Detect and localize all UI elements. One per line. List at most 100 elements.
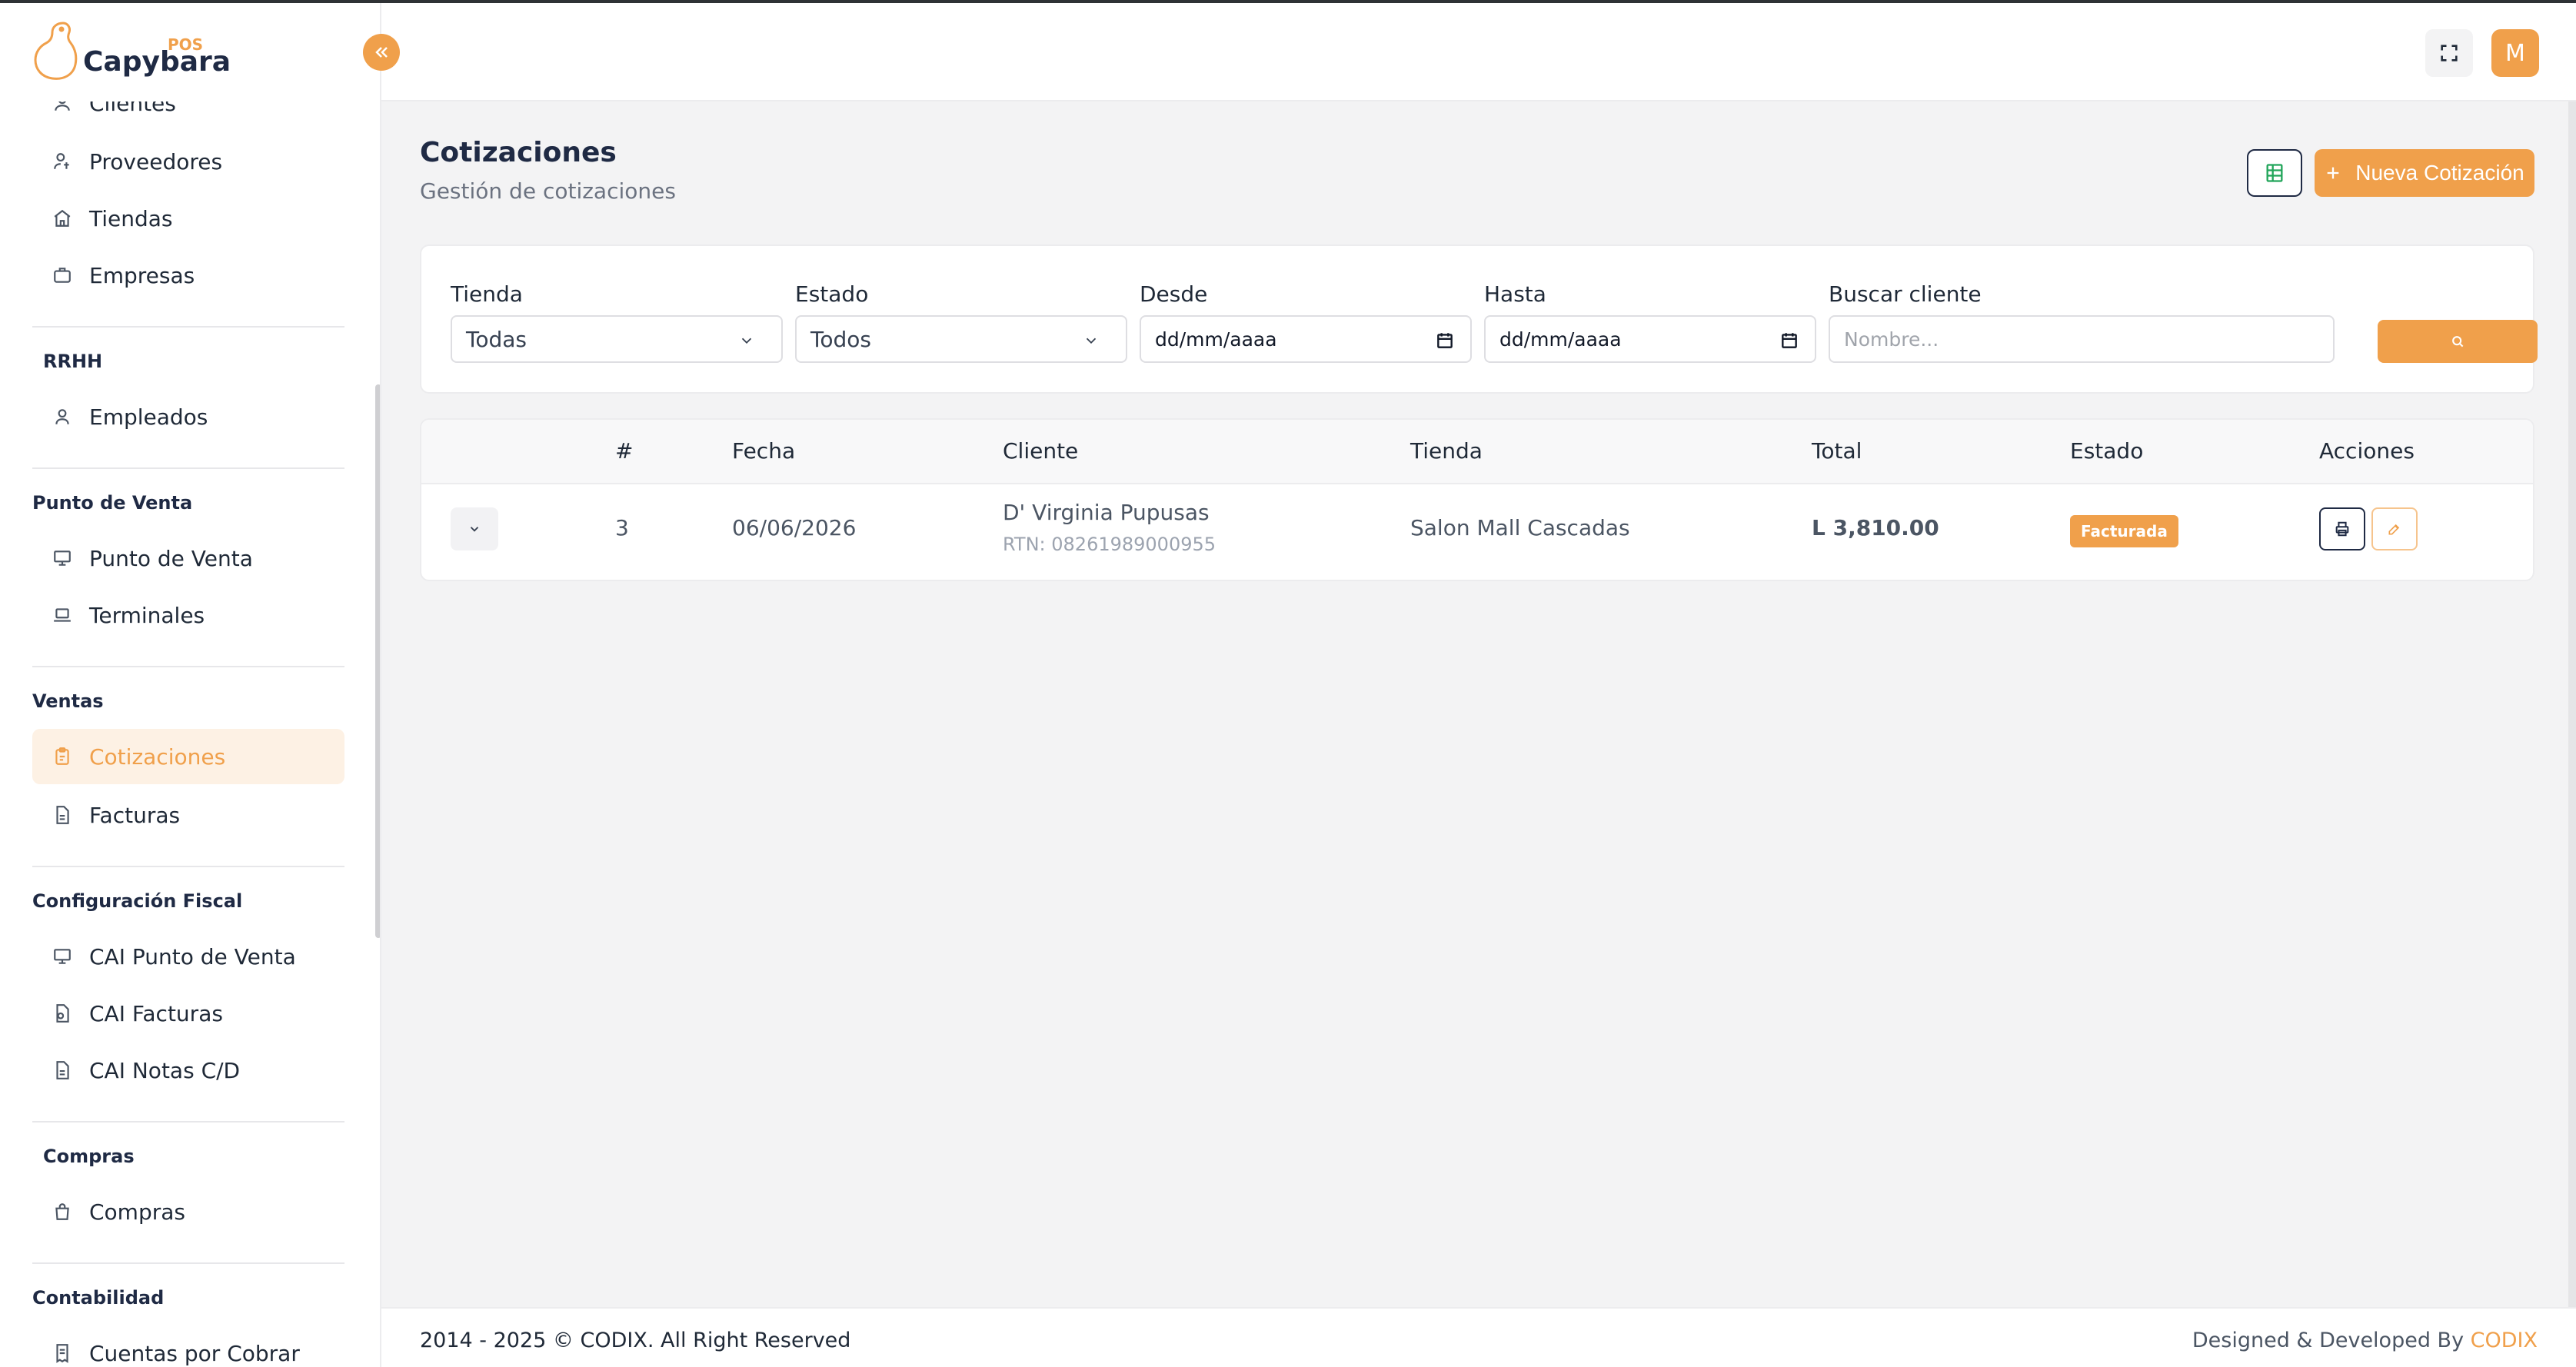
estado-select-value: Todos	[810, 326, 871, 352]
sidebar-item-terminales[interactable]: Terminales	[32, 587, 344, 643]
sidebar-item-label: CAI Notas C/D	[89, 1057, 241, 1083]
footer: 2014 - 2025 © CODIX. All Right Reserved …	[381, 1307, 2576, 1367]
calendar-icon[interactable]	[1779, 331, 1799, 351]
estado-select[interactable]: Todos	[795, 315, 1127, 363]
filter-label-desde: Desde	[1140, 281, 1208, 307]
new-quote-label: Nueva Cotización	[2355, 161, 2524, 185]
sidebar-item-label: CAI Facturas	[89, 1000, 223, 1026]
column-header-total: Total	[1812, 438, 1862, 464]
sidebar-item-cai-punto-de-venta[interactable]: CAI Punto de Venta	[32, 929, 344, 984]
sidebar-item-cai-facturas[interactable]: CAI Facturas	[32, 986, 344, 1041]
edit-icon	[2388, 524, 2400, 535]
sidebar-item-facturas[interactable]: Facturas	[32, 787, 344, 843]
footer-credits-prefix: Designed & Developed By	[2192, 1329, 2471, 1352]
divider	[32, 326, 344, 328]
spreadsheet-icon	[2266, 164, 2283, 182]
user-avatar[interactable]: M	[2491, 29, 2539, 77]
sidebar-item-compras[interactable]: Compras	[32, 1184, 344, 1239]
collapse-sidebar-button[interactable]	[363, 34, 400, 71]
section-title-compras: Compras	[43, 1146, 135, 1167]
desde-date-input[interactable]: dd/mm/aaaa	[1140, 315, 1472, 363]
sidebar-item-label: Facturas	[89, 802, 181, 828]
shopping-bag-icon	[49, 1202, 75, 1222]
status-badge: Facturada	[2070, 515, 2178, 547]
sidebar-item-label: Cotizaciones	[89, 743, 226, 770]
hasta-date-value: dd/mm/aaaa	[1499, 328, 1622, 351]
filter-label-hasta: Hasta	[1484, 281, 1546, 307]
section-title-pos: Punto de Venta	[32, 492, 193, 514]
sidebar-item-tiendas[interactable]: Tiendas	[32, 191, 344, 246]
main-content: Cotizaciones Gestión de cotizaciones Nue…	[381, 101, 2576, 1305]
sidebar-item-label: Cuentas por Cobrar	[89, 1340, 300, 1366]
cell-tienda: Salon Mall Cascadas	[1410, 515, 1630, 540]
page-scrollbar[interactable]	[2568, 101, 2576, 1367]
sidebar-item-empleados[interactable]: Empleados	[32, 389, 344, 444]
column-header-fecha: Fecha	[732, 438, 796, 464]
divider	[32, 467, 344, 469]
app-logo[interactable]: POS Capybara	[32, 15, 231, 85]
cell-fecha: 06/06/2026	[732, 515, 857, 540]
sidebar-item-cuentas-por-cobrar[interactable]: Cuentas por Cobrar	[32, 1325, 344, 1367]
search-button[interactable]	[2378, 320, 2538, 363]
filter-label-estado: Estado	[795, 281, 869, 307]
edit-button[interactable]	[2371, 507, 2418, 550]
page-subtitle: Gestión de cotizaciones	[420, 178, 676, 204]
printer-icon	[2335, 521, 2349, 537]
export-excel-button[interactable]	[2247, 149, 2302, 197]
desde-date-value: dd/mm/aaaa	[1155, 328, 1277, 351]
print-button[interactable]	[2319, 507, 2365, 550]
chevron-down-icon	[1086, 338, 1097, 344]
tienda-select[interactable]: Todas	[451, 315, 783, 363]
logo-name-text: Capybara	[83, 46, 231, 78]
sidebar-item-label: Punto de Venta	[89, 545, 253, 571]
column-header-number: #	[615, 438, 634, 464]
divider	[32, 1262, 344, 1264]
calendar-icon[interactable]	[1435, 331, 1455, 351]
fullscreen-button[interactable]	[2425, 29, 2473, 77]
supplier-icon	[49, 151, 75, 171]
topbar: M	[381, 3, 2576, 101]
sidebar-scrollbar[interactable]	[375, 384, 380, 938]
table-header: # Fecha Cliente Tienda Total Estado Acci…	[421, 420, 2533, 484]
sidebar-item-cai-notas[interactable]: CAI Notas C/D	[32, 1043, 344, 1098]
section-title-contabilidad: Contabilidad	[32, 1287, 165, 1309]
plus-icon	[2327, 167, 2339, 179]
sidebar: Clientes Proveedores Tiendas Empresas RR…	[0, 3, 381, 1367]
client-search-placeholder: Nombre...	[1844, 328, 1939, 351]
cell-number: 3	[615, 515, 629, 540]
file-text-icon	[49, 1060, 75, 1080]
column-header-acciones: Acciones	[2319, 438, 2415, 464]
sidebar-item-empresas[interactable]: Empresas	[32, 248, 344, 303]
clipboard-icon	[49, 747, 75, 767]
store-icon	[49, 208, 75, 228]
monitor-icon	[49, 548, 75, 568]
file-icon	[49, 805, 75, 825]
new-quote-button[interactable]: Nueva Cotización	[2315, 149, 2534, 197]
client-search-input[interactable]: Nombre...	[1829, 315, 2335, 363]
expand-row-button[interactable]	[451, 507, 498, 550]
receipt-icon	[49, 1343, 75, 1363]
tienda-select-value: Todas	[466, 326, 527, 352]
sidebar-item-label: Terminales	[89, 602, 205, 628]
monitor-icon	[49, 946, 75, 966]
sidebar-item-label: Tiendas	[89, 205, 173, 231]
fullscreen-icon	[2441, 45, 2458, 62]
column-header-cliente: Cliente	[1003, 438, 1079, 464]
quotes-table: # Fecha Cliente Tienda Total Estado Acci…	[420, 418, 2534, 581]
hasta-date-input[interactable]: dd/mm/aaaa	[1484, 315, 1816, 363]
search-icon	[2452, 336, 2464, 348]
footer-credits: Designed & Developed By CODIX	[2192, 1329, 2538, 1352]
cell-total: L 3,810.00	[1812, 515, 1939, 540]
user-icon	[49, 407, 75, 427]
footer-brand-link[interactable]: CODIX	[2471, 1329, 2538, 1352]
sidebar-item-proveedores[interactable]: Proveedores	[32, 134, 344, 189]
sidebar-item-label: Proveedores	[89, 148, 223, 175]
sidebar-item-punto-de-venta[interactable]: Punto de Venta	[32, 531, 344, 586]
sidebar-header: POS Capybara	[0, 3, 380, 101]
file-certificate-icon	[49, 1003, 75, 1023]
cell-cliente-name: D' Virginia Pupusas	[1003, 500, 1210, 525]
capybara-logo-icon	[34, 22, 78, 80]
section-title-fiscal: Configuración Fiscal	[32, 890, 243, 912]
sidebar-item-cotizaciones[interactable]: Cotizaciones	[32, 729, 344, 784]
sidebar-item-label: CAI Punto de Venta	[89, 943, 296, 970]
